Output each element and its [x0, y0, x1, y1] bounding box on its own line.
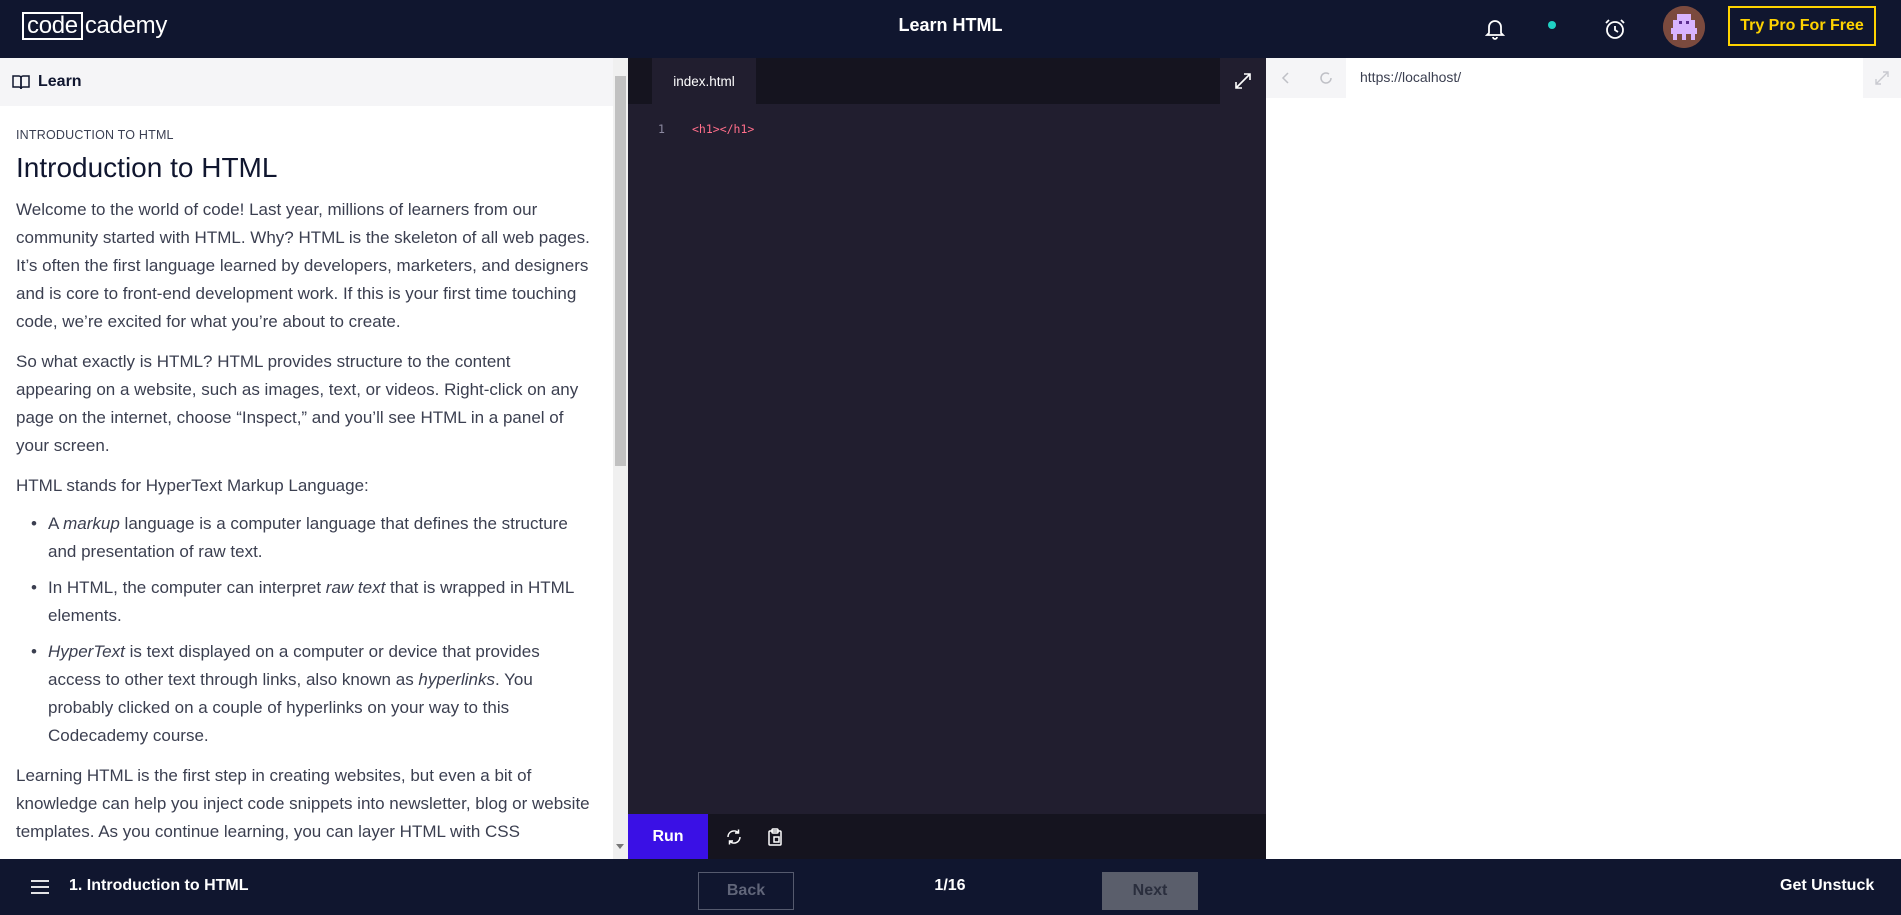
browser-preview: https://localhost/	[1266, 58, 1901, 859]
back-arrow-icon[interactable]	[1278, 70, 1294, 86]
expand-editor-icon[interactable]	[1220, 58, 1266, 104]
browser-address-bar: https://localhost/	[1266, 58, 1901, 98]
app-root: code cademy Learn HTML Try Pro For Free …	[0, 0, 1901, 915]
lesson-paragraph-3: HTML stands for HyperText Markup Languag…	[16, 476, 369, 495]
next-button[interactable]: Next	[1102, 872, 1198, 910]
logo-box-text: code	[22, 12, 83, 40]
avatar[interactable]	[1663, 6, 1705, 48]
refresh-icon[interactable]	[1318, 70, 1334, 86]
bullet-hypertext: HyperText is text displayed on a compute…	[31, 638, 590, 750]
bullet-markup: A markup language is a computer language…	[31, 510, 590, 566]
lesson-paragraph-4: Learning HTML is the first step in creat…	[16, 766, 590, 841]
editor-tabs-bar: index.html	[628, 58, 1266, 104]
lesson-content: INTRODUCTION TO HTML Introduction to HTM…	[16, 128, 590, 846]
learn-tab-label: Learn	[38, 73, 82, 90]
lesson-panel: Learn INTRODUCTION TO HTML Introduction …	[0, 58, 628, 859]
back-button[interactable]: Back	[698, 872, 794, 910]
editor-footer: Run	[628, 814, 1266, 859]
run-button[interactable]: Run	[628, 814, 708, 859]
reset-icon[interactable]	[722, 825, 746, 849]
lesson-heading: Introduction to HTML	[16, 152, 278, 183]
top-nav-bar: code cademy Learn HTML Try Pro For Free	[0, 0, 1901, 58]
learn-tab-header[interactable]: Learn	[0, 58, 613, 106]
expand-browser-icon[interactable]	[1863, 58, 1901, 98]
bullet-raw-text: In HTML, the computer can interpret raw …	[31, 574, 590, 630]
code-editor: index.html 1 <h1></h1> Run	[628, 58, 1266, 859]
bottom-nav-bar: 1. Introduction to HTML Back 1/16 Next G…	[0, 859, 1901, 915]
lesson-progress: 1/16	[934, 877, 966, 894]
copy-to-clipboard-icon[interactable]	[763, 825, 787, 849]
lesson-paragraph-1: Welcome to the world of code! Last year,…	[16, 200, 590, 331]
code-line[interactable]: <h1></h1>	[692, 122, 754, 136]
logo-rest-text: cademy	[84, 12, 168, 39]
lesson-bullet-list: A markup language is a computer language…	[16, 510, 590, 750]
lesson-breadcrumb: INTRODUCTION TO HTML	[16, 128, 174, 142]
codecademy-logo[interactable]: code cademy	[22, 12, 167, 40]
lesson-scrollbar-thumb[interactable]	[615, 76, 626, 466]
try-pro-button[interactable]: Try Pro For Free	[1728, 6, 1876, 46]
lesson-paragraph-2: So what exactly is HTML? HTML provides s…	[16, 352, 579, 455]
bell-icon[interactable]	[1479, 13, 1511, 45]
status-dot	[1548, 21, 1556, 29]
tab-index-html[interactable]: index.html	[652, 58, 756, 104]
scroll-down-arrow-icon[interactable]	[616, 844, 624, 849]
book-icon	[12, 75, 30, 90]
lesson-menu-title[interactable]: 1. Introduction to HTML	[69, 877, 249, 895]
browser-nav-buttons	[1266, 58, 1346, 98]
get-unstuck-button[interactable]: Get Unstuck	[1780, 877, 1874, 895]
browser-url[interactable]: https://localhost/	[1360, 69, 1461, 85]
line-number: 1	[658, 122, 665, 136]
hamburger-menu-icon[interactable]	[30, 878, 50, 896]
alarm-clock-icon[interactable]	[1599, 13, 1631, 45]
